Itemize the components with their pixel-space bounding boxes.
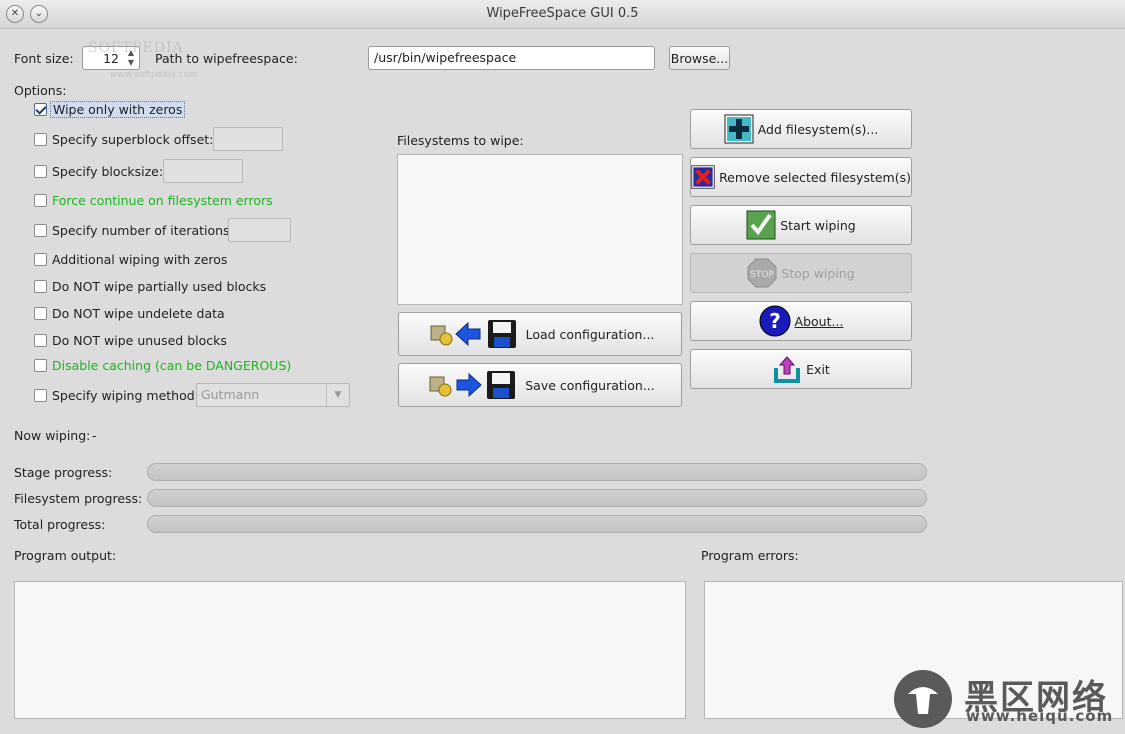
option-label-disable-caching[interactable]: Disable caching (can be DANGEROUS) xyxy=(52,358,291,373)
checkbox-iterations[interactable] xyxy=(34,224,47,237)
filesystem-progress-bar xyxy=(147,489,927,507)
browse-button[interactable]: Browse... xyxy=(669,46,730,70)
checkbox-superblock-offset[interactable] xyxy=(34,133,47,146)
option-label-wiping-method[interactable]: Specify wiping method: xyxy=(52,388,199,403)
option-label-wipe-only-zeros[interactable]: Wipe only with zeros xyxy=(50,101,186,118)
add-filesystem-label: Add filesystem(s)... xyxy=(757,121,879,137)
option-label-no-partial-blocks[interactable]: Do NOT wipe partially used blocks xyxy=(52,279,266,294)
exit-icon xyxy=(774,356,801,383)
program-output-label: Program output: xyxy=(14,548,117,563)
load-configuration-label: Load configuration... xyxy=(525,326,655,342)
stage-progress-bar xyxy=(147,463,927,481)
window-title: WipeFreeSpace GUI 0.5 xyxy=(486,6,639,21)
stop-icon: STOP xyxy=(747,258,777,288)
wiping-method-select[interactable]: Gutmann ▼ xyxy=(196,383,350,407)
softpedia-watermark: SOFTPEDIA xyxy=(88,40,184,56)
chevron-down-icon: ▼ xyxy=(326,384,349,406)
font-size-label: Font size: xyxy=(14,51,74,66)
load-configuration-button[interactable]: Load configuration... xyxy=(398,312,682,356)
option-label-iterations[interactable]: Specify number of iterations: xyxy=(52,223,234,238)
save-config-icon xyxy=(429,371,516,399)
path-input[interactable]: /usr/bin/wipefreespace xyxy=(368,46,655,70)
checkbox-wipe-only-zeros[interactable] xyxy=(34,103,47,116)
checkbox-force-continue[interactable] xyxy=(34,194,47,207)
exit-button[interactable]: Exit xyxy=(690,349,912,389)
softpedia-url-watermark: www.softpedia.com xyxy=(110,70,198,80)
option-label-no-unused-blocks[interactable]: Do NOT wipe unused blocks xyxy=(52,333,227,348)
checkbox-no-undelete[interactable] xyxy=(34,307,47,320)
stop-wiping-button[interactable]: STOP Stop wiping xyxy=(690,253,912,293)
svg-text:?: ? xyxy=(769,309,781,333)
start-wiping-label: Start wiping xyxy=(780,217,856,233)
option-label-superblock-offset[interactable]: Specify superblock offset: xyxy=(52,132,213,147)
wiping-method-value: Gutmann xyxy=(201,387,260,402)
checkbox-blocksize[interactable] xyxy=(34,165,47,178)
checkbox-wiping-method[interactable] xyxy=(34,389,47,402)
option-label-force-continue[interactable]: Force continue on filesystem errors xyxy=(52,193,273,208)
option-label-no-undelete[interactable]: Do NOT wipe undelete data xyxy=(52,306,225,321)
add-filesystem-button[interactable]: Add filesystem(s)... xyxy=(690,109,912,149)
now-wiping-label: Now wiping: xyxy=(14,428,91,443)
about-label: About... xyxy=(794,313,844,329)
options-heading: Options: xyxy=(14,83,67,98)
heiqu-url-watermark: www.heiqu.com xyxy=(966,707,1114,725)
checkbox-additional-zeros[interactable] xyxy=(34,253,47,266)
checkmark-icon xyxy=(746,210,776,240)
iterations-input[interactable] xyxy=(228,218,291,242)
stage-progress-label: Stage progress: xyxy=(14,465,113,480)
heiqu-logo-icon xyxy=(894,670,952,728)
about-button[interactable]: ? About... xyxy=(690,301,912,341)
start-wiping-button[interactable]: Start wiping xyxy=(690,205,912,245)
help-icon: ? xyxy=(759,305,791,337)
stop-icon-text: STOP xyxy=(750,270,774,280)
checkbox-no-unused-blocks[interactable] xyxy=(34,334,47,347)
superblock-offset-input[interactable] xyxy=(213,127,283,151)
save-configuration-label: Save configuration... xyxy=(525,377,655,393)
checkbox-disable-caching[interactable] xyxy=(34,359,47,372)
filesystem-progress-label: Filesystem progress: xyxy=(14,491,143,506)
total-progress-label: Total progress: xyxy=(14,517,106,532)
save-configuration-button[interactable]: Save configuration... xyxy=(398,363,682,407)
blocksize-input[interactable] xyxy=(163,159,243,183)
filesystems-list[interactable] xyxy=(397,154,683,305)
remove-icon xyxy=(691,165,715,189)
load-config-icon xyxy=(430,320,516,348)
remove-filesystem-label: Remove selected filesystem(s) xyxy=(719,169,911,185)
title-bar: ✕ ⌄ WipeFreeSpace GUI 0.5 xyxy=(0,0,1125,29)
exit-label: Exit xyxy=(806,361,830,377)
remove-filesystem-button[interactable]: Remove selected filesystem(s) xyxy=(690,157,912,197)
now-wiping-value: - xyxy=(92,428,97,443)
option-label-blocksize[interactable]: Specify blocksize: xyxy=(52,164,163,179)
filesystems-heading: Filesystems to wipe: xyxy=(397,133,524,148)
add-icon xyxy=(724,114,754,144)
stop-wiping-label: Stop wiping xyxy=(781,265,855,281)
program-errors-label: Program errors: xyxy=(701,548,799,563)
total-progress-bar xyxy=(147,515,927,533)
option-label-additional-zeros[interactable]: Additional wiping with zeros xyxy=(52,252,227,267)
program-output-area[interactable] xyxy=(14,581,686,719)
checkbox-no-partial-blocks[interactable] xyxy=(34,280,47,293)
